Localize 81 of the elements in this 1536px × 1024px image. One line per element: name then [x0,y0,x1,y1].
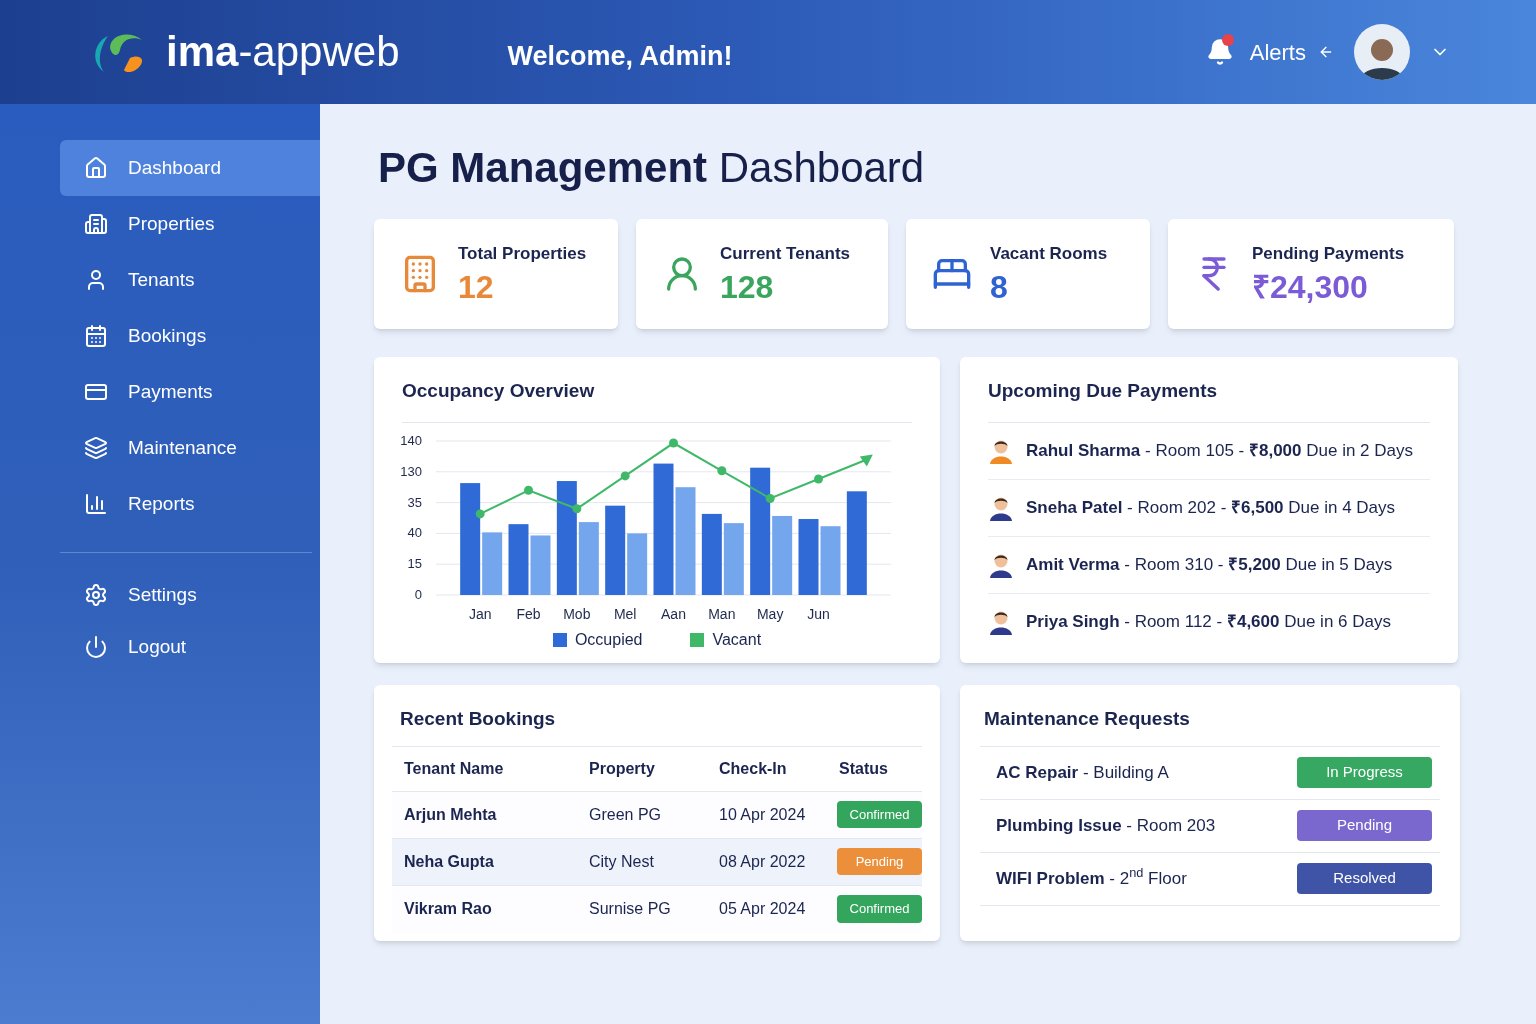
arrow-left-icon [1318,44,1334,60]
table-cell-text: Vikram Rao [404,899,492,919]
column-header: Property [589,758,655,779]
layers-icon [84,436,108,460]
y-axis-label: 130 [400,463,422,479]
sidebar-item[interactable]: Maintenance [60,420,320,476]
chart-bar [530,534,551,595]
sidebar-item[interactable]: Bookings [60,308,320,364]
brand-name: ima-appweb [166,31,400,73]
stat-value: 12 [458,267,495,307]
sidebar-item[interactable]: Logout [60,621,320,673]
user-avatar[interactable] [1354,24,1410,80]
chart-bar [627,532,648,595]
power-icon [84,635,108,659]
column-header: Tenant Name [404,758,504,779]
x-axis-label: Mob [563,605,591,622]
request-text: WIFI Problem - 2$^{nd}$ Floor [996,865,1187,890]
chart-bar [820,525,841,595]
x-axis-label: Mel [613,605,637,622]
table-cell-text: City Nest [589,851,654,872]
x-axis-label: Man [708,605,736,622]
x-axis-label: Feb [516,605,541,622]
table-cell-text: Arjun Mehta [404,804,497,825]
x-axis-label: Jan [468,605,492,622]
table-cell-text: 08 Apr 2022 [719,851,806,872]
payment-text: Rahul Sharma - Room 105 - ₹8,000 Due in 2 Days [1026,439,1413,462]
y-axis-label: 140 [400,432,422,448]
chart-bar [508,523,529,595]
request-text: Plumbing Issue - Room 203 [996,814,1216,837]
payment-text: Sneha Patel - Room 202 - ₹6,500 Due in 4 Days [1026,496,1396,519]
payment-text: Amit Verma - Room 310 - ₹5,200 Due in 5 Days [1026,553,1393,576]
x-axis-label: Aan [661,605,686,622]
column-header: Check-In [719,758,787,779]
sidebar-item[interactable]: Dashboard [60,140,320,196]
status-badge: Confirmed [837,800,922,829]
bar-chart-icon [84,492,108,516]
welcome-text: Welcome, Admin! [507,39,733,73]
y-axis-label: 35 [407,494,422,510]
page-title: PG Management Dashboard [378,143,926,193]
stat-value: 8 [990,267,1009,307]
sidebar-item[interactable]: Properties [60,196,320,252]
table-cell-text: 10 Apr 2024 [719,804,806,825]
status-badge: Confirmed [837,895,922,923]
stat-label: Current Tenants [720,243,851,266]
sidebar-item[interactable]: Settings [60,569,320,621]
payment-text: Priya Singh - Room 112 - ₹4,600 Due in 6 Days [1026,611,1391,634]
y-axis-label: 0 [414,586,422,602]
sidebar-item[interactable]: Reports [60,476,320,532]
x-axis-label: Jun [807,605,830,622]
status-badge: In Progress [1297,757,1432,788]
status-badge: Resolved [1297,863,1432,894]
card-title: Upcoming Due Payments [988,377,1430,423]
building-icon [84,212,108,236]
stat-label: Vacant Rooms [990,243,1108,266]
person-avatar-icon [988,609,1014,635]
status-badge: Pending [1297,810,1432,841]
sidebar-item[interactable]: Payments [60,364,320,420]
card-title: Occupancy Overview [402,377,912,423]
x-axis-label: May [756,605,784,622]
stat-label: Pending Payments [1252,243,1405,266]
legend-label: Occupied [574,629,643,650]
legend-label: Vacant [712,629,762,650]
alerts-link[interactable]: Alerts [1249,35,1306,69]
request-text: AC Repair - Building A [996,761,1169,784]
stat-label: Total Properties [458,243,587,266]
table-cell-text: 05 Apr 2024 [719,899,806,919]
y-axis-label: 15 [407,555,422,571]
column-header: Status [839,758,888,779]
table-cell-text: Surnise PG [589,899,671,919]
card-title: Maintenance Requests [980,705,1440,747]
stat-value: 128 [720,267,775,307]
stat-value: ₹24,300 [1252,267,1369,307]
status-badge: Pending [837,847,922,876]
card-title: Recent Bookings [392,705,922,747]
table-cell-text: Neha Gupta [404,851,494,872]
sidebar-item[interactable]: Tenants [60,252,320,308]
y-axis-label: 40 [407,524,422,540]
settings-icon [84,583,108,607]
calendar-icon [84,324,108,348]
table-cell-text: Green PG [589,804,662,825]
home-icon [84,156,108,180]
